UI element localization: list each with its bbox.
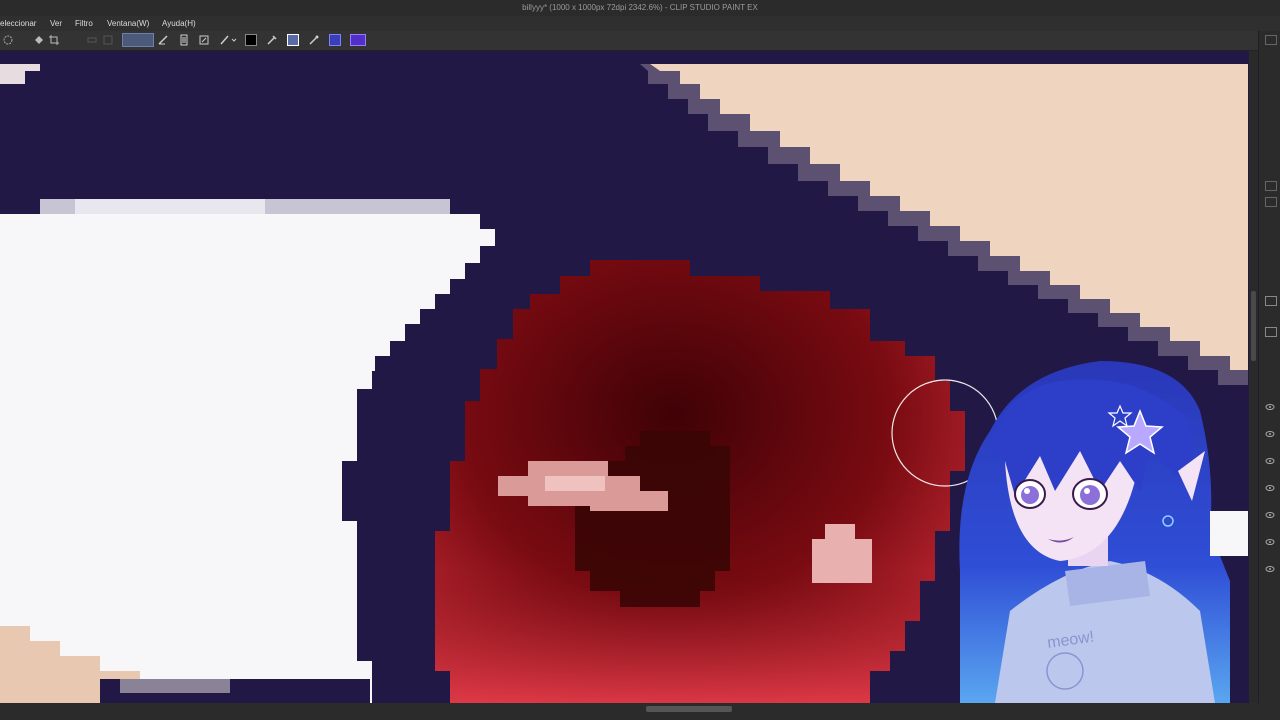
brush-stroke-active-icon[interactable] [122, 33, 154, 47]
panel-icon[interactable] [1265, 197, 1277, 207]
menu-filtro[interactable]: Filtro [75, 16, 93, 31]
lasso-icon[interactable] [287, 34, 299, 46]
special-ruler-icon[interactable] [350, 34, 366, 46]
transform-icon[interactable] [198, 34, 210, 46]
artwork-canvas[interactable]: meow! [0, 51, 1258, 703]
window-title: billyyy* (1000 x 1000px 72dpi 2342.6%) -… [0, 0, 1280, 16]
right-panel-strip [1258, 31, 1280, 703]
eye-visibility-icon[interactable] [1265, 430, 1275, 438]
lower-lash-soft [120, 679, 230, 693]
iris-highlight-core [545, 476, 605, 491]
crop-icon[interactable] [48, 34, 60, 46]
color-swatch-icon[interactable] [245, 34, 257, 46]
fill-icon[interactable] [33, 34, 45, 46]
eye-visibility-icon[interactable] [1265, 538, 1275, 546]
panel-collapse-icon[interactable] [1265, 35, 1277, 45]
layer-panel-icon[interactable] [1265, 327, 1277, 337]
menu-seleccionar[interactable]: eleccionar [0, 16, 36, 31]
menu-ayuda[interactable]: Ayuda(H) [162, 16, 196, 31]
eye-visibility-icon[interactable] [1265, 403, 1275, 411]
eye-visibility-icon[interactable] [1265, 457, 1275, 465]
ruler-icon[interactable] [86, 34, 98, 46]
pen-tool-icon[interactable] [157, 34, 169, 46]
layer-icon[interactable] [178, 34, 190, 46]
eye-visibility-icon[interactable] [1265, 511, 1275, 519]
eye-visibility-icon[interactable] [1265, 565, 1275, 573]
selection-icon[interactable] [308, 34, 320, 46]
menu-ventana[interactable]: Ventana(W) [107, 16, 149, 31]
ruler-tool-icon[interactable] [329, 34, 341, 46]
eye-white-right [1210, 511, 1248, 556]
vertical-scrollbar[interactable] [1249, 51, 1258, 703]
pen-dropdown-icon[interactable] [219, 34, 237, 46]
vertical-scroll-thumb[interactable] [1251, 291, 1256, 361]
layer-panel-icon[interactable] [1265, 296, 1277, 306]
eyedropper-icon[interactable] [266, 34, 278, 46]
lashline-highlight [75, 199, 265, 214]
menu-bar: eleccionar Ver Filtro Ventana(W) Ayuda(H… [0, 16, 1280, 31]
status-bar [0, 703, 1280, 720]
menu-ver[interactable]: Ver [50, 16, 62, 31]
horizontal-scroll-thumb[interactable] [646, 706, 732, 712]
canvas-area[interactable]: meow! [0, 51, 1258, 703]
eye-visibility-icon[interactable] [1265, 484, 1275, 492]
command-bar [0, 31, 1280, 51]
panel-icon[interactable] [1265, 181, 1277, 191]
snap-icon[interactable] [2, 34, 14, 46]
ruler2-icon[interactable] [102, 34, 114, 46]
